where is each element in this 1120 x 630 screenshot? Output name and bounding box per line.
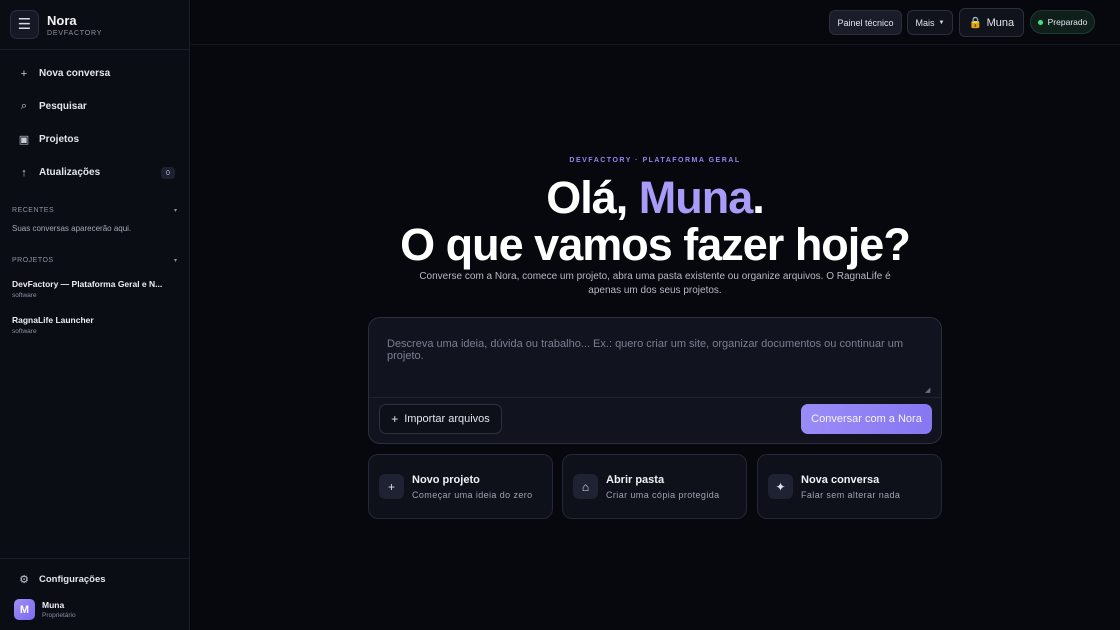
sidebar-brand: ☰ Nora DEVFACTORY [0,0,189,50]
new-project-card[interactable]: + Novo projeto Começar uma ideia do zero [368,454,553,519]
projects-section-header[interactable]: PROJETOS ▾ [0,253,189,267]
arrow-up-icon: ↑ [21,166,27,179]
import-files-label: Importar arquivos [404,413,490,425]
avatar: M [14,599,35,620]
sidebar-nav: + Nova conversa ⌕ Pesquisar ▣ Projetos ↑… [0,50,189,189]
chat-with-nora-button[interactable]: Conversar com a Nora [801,404,932,434]
status-dot-icon [1037,19,1043,25]
card-text: Nova conversa Falar sem alterar nada [801,474,900,500]
card-title: Nova conversa [801,473,880,486]
projects-section-title: PROJETOS [12,256,54,264]
more-menu-label: Mais [915,17,935,28]
open-folder-card[interactable]: ⌂ Abrir pasta Criar uma cópia protegida [562,454,747,519]
folder-icon: ▣ [18,134,30,146]
sidebar-item-projetos[interactable]: ▣ Projetos [0,123,189,156]
settings-button[interactable]: ⚙ Configurações [0,559,189,599]
greeting-suffix: . [752,172,764,223]
recent-empty-note: Suas conversas aparecerão aqui. [12,224,132,233]
card-title: Novo projeto [412,473,480,486]
hero-kicker: DEVFACTORY · PLATAFORMA GERAL [569,157,741,164]
plus-icon: + [379,474,404,499]
card-title: Abrir pasta [606,473,665,486]
sidebar-item-pesquisar[interactable]: ⌕ Pesquisar [0,90,189,123]
sidebar-item-nova-conversa[interactable]: + Nova conversa [0,57,189,90]
sidebar-item-atualizacoes[interactable]: ↑ Atualizações 0 [0,156,189,189]
card-text: Novo projeto Começar uma ideia do zero [412,474,533,500]
user-role: Proprietário [42,612,76,619]
lock-icon: 🔒 [968,17,983,29]
prompt-input[interactable] [369,318,941,398]
sidebar: ☰ Nora DEVFACTORY + Nova conversa ⌕ Pesq… [0,0,190,630]
import-files-button[interactable]: + Importar arquivos [379,404,502,434]
user-name: Muna [42,600,65,610]
resize-handle-icon[interactable]: ◢ [925,386,930,394]
project-name: DevFactory — Plataforma Geral e N... [12,279,163,289]
gear-icon: ⚙ [19,573,29,586]
brand-text: Nora DEVFACTORY [47,13,102,37]
hero-greeting: Olá, Muna. [368,173,942,223]
card-subtitle: Criar uma cópia protegida [606,489,720,500]
hero-question: O que vamos fazer hoje? [400,219,911,270]
caret-down-icon: ▼ [938,19,945,26]
more-menu-button[interactable]: Mais ▼ [907,10,953,35]
settings-label: Configurações [39,573,106,585]
hamburger-icon: ☰ [17,16,32,33]
home-icon: ⌂ [573,474,598,499]
user-profile[interactable]: M Muna Proprietário [0,599,189,620]
chevron-down-icon: ▾ [173,257,177,264]
card-subtitle: Começar uma ideia do zero [412,489,533,500]
new-conversation-card[interactable]: ✦ Nova conversa Falar sem alterar nada [757,454,942,519]
chevron-down-icon: ▾ [173,207,177,214]
project-name: RagnaLife Launcher [12,315,94,325]
recent-section-header[interactable]: RECENTES ▾ [0,203,189,217]
hero-lead: Converse com a Nora, comece um projeto, … [419,271,891,296]
project-type: software [12,328,37,335]
sidebar-item-label: Nova conversa [39,68,111,79]
project-item[interactable]: RagnaLife Launcher software [0,315,189,335]
brand-subtitle: DEVFACTORY [47,29,103,37]
card-subtitle: Falar sem alterar nada [801,489,901,500]
sparkle-icon: ✦ [768,474,793,499]
project-type: software [12,292,37,299]
brand-name: Nora [47,12,77,28]
card-text: Abrir pasta Criar uma cópia protegida [606,474,720,500]
status-badge: Preparado [1030,10,1095,34]
user-info: Muna Proprietário [42,600,76,619]
sidebar-footer: ⚙ Configurações M Muna Proprietário [0,558,189,630]
sidebar-item-label: Projetos [39,134,80,145]
plus-icon: + [20,67,28,80]
updates-count-badge: 0 [161,167,175,179]
user-menu-label: Muna [986,16,1015,29]
plus-icon: + [391,412,399,426]
user-menu-button[interactable]: 🔒 Muna [959,8,1024,37]
topbar: Painel técnico Mais ▼ 🔒 Muna Preparado [191,0,1120,45]
project-item[interactable]: DevFactory — Plataforma Geral e N... sof… [0,279,189,299]
search-icon: ⌕ [20,100,28,112]
greeting-name: Muna [638,172,753,223]
status-label: Preparado [1047,17,1088,27]
menu-button[interactable]: ☰ [10,10,39,39]
greeting-prefix: Olá, [546,172,639,223]
sidebar-item-label: Atualizações [39,167,101,178]
recent-section-title: RECENTES [12,206,55,214]
composer: ◢ + Importar arquivos Conversar com a No… [368,317,942,444]
app-root: ☰ Nora DEVFACTORY + Nova conversa ⌕ Pesq… [0,0,1120,630]
technical-panel-button[interactable]: Painel técnico [829,10,902,35]
sidebar-item-label: Pesquisar [39,101,87,112]
